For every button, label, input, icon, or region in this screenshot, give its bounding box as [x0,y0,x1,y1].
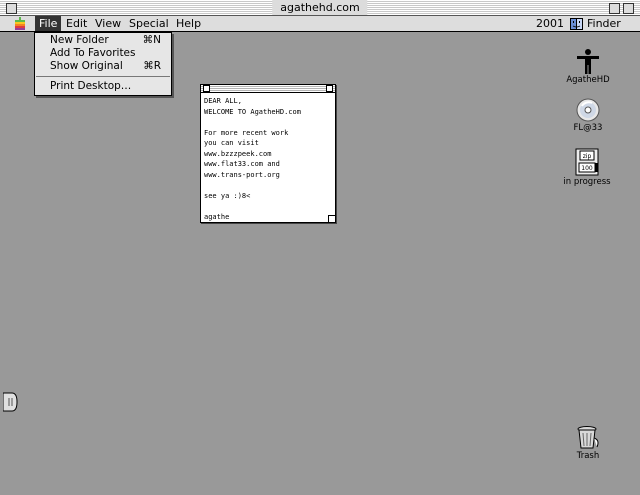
note-resize-handle[interactable] [328,215,335,222]
zip-text: zip [583,153,592,160]
menu-item-print-desktop[interactable]: Print Desktop… [35,80,171,93]
note-text: DEAR ALL, WELCOME TO AgatheHD.com For mo… [204,97,301,221]
zip-disk-icon: zip 100 [575,148,599,176]
menu-item-show-original[interactable]: Show Original ⌘R [35,60,171,73]
note-window[interactable]: DEAR ALL, WELCOME TO AgatheHD.com For mo… [200,84,336,223]
desktop-icon-label: AgatheHD [566,75,610,85]
menu-item-label: Show Original [50,60,123,72]
menu-bar: File Edit View Special Help 2001 Finder [0,16,640,32]
desktop-icon-in-progress[interactable]: zip 100 in progress [562,148,612,188]
menu-item-shortcut: ⌘N [142,34,161,46]
menu-item-label: New Folder [50,34,109,46]
close-box[interactable] [6,3,17,14]
finder-label: Finder [587,17,621,30]
note-zoom-box[interactable] [326,85,333,92]
collapse-box[interactable] [623,3,634,14]
note-title-bar[interactable] [201,85,335,93]
window-title: agathehd.com [272,0,368,15]
menu-item-shortcut: ⌘R [143,60,161,72]
desktop-icon-label: FL@33 [573,123,603,133]
window-title-bar[interactable]: agathehd.com [0,0,640,16]
menu-item-label: Print Desktop… [50,80,132,92]
menu-clock[interactable]: 2001 [536,16,564,31]
desktop-icon-label: Trash [576,451,600,461]
application-menu[interactable]: Finder [570,16,621,31]
desktop-icon-label: in progress [563,177,611,187]
menu-view[interactable]: View [91,16,125,31]
menu-item-label: Add To Favorites [50,47,136,59]
menu-item-new-folder[interactable]: New Folder ⌘N [35,34,171,47]
desktop-icon-agathehd[interactable]: AgatheHD [565,48,611,86]
menu-file[interactable]: File [35,16,62,31]
desktop-icon-trash[interactable]: Trash [572,424,604,462]
menu-item-add-to-favorites[interactable]: Add To Favorites [35,47,171,60]
note-close-box[interactable] [203,85,210,92]
menu-separator [36,76,170,77]
finder-face-icon [570,17,583,30]
zip-capacity-text: 100 [581,165,593,172]
menu-edit[interactable]: Edit [62,16,91,31]
drawer-tab-icon[interactable] [3,392,18,412]
zoom-box[interactable] [609,3,620,14]
menu-help[interactable]: Help [172,16,205,31]
figure-icon [577,49,599,74]
cd-icon [576,98,600,122]
apple-menu-icon[interactable] [12,17,28,31]
file-menu-dropdown: New Folder ⌘N Add To Favorites Show Orig… [34,32,172,96]
desktop-icon-fl33[interactable]: FL@33 [568,98,608,134]
menu-special[interactable]: Special [125,16,173,31]
trash-icon [577,426,599,449]
